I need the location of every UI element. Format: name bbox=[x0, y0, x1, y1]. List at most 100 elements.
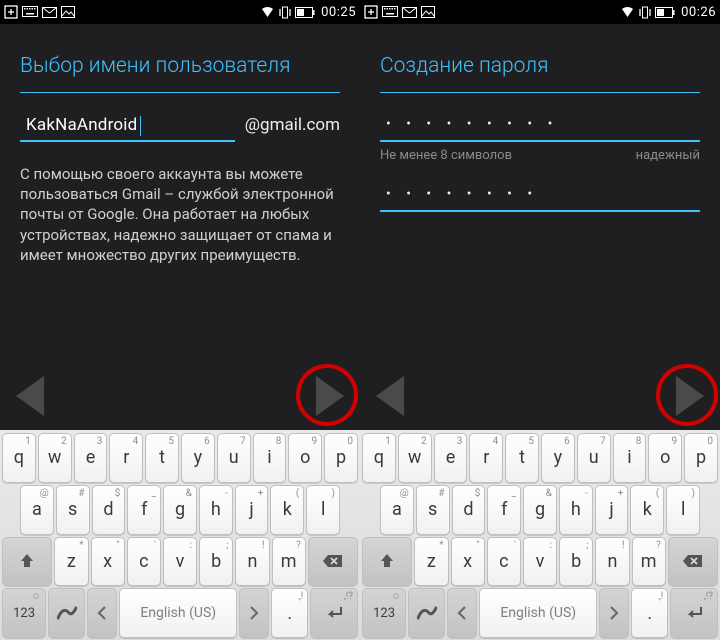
key-y[interactable]: y6 bbox=[181, 433, 215, 483]
clock: 00:25 bbox=[321, 5, 356, 20]
key-n[interactable]: n! bbox=[235, 537, 269, 587]
cursor-right-key[interactable] bbox=[599, 588, 629, 638]
key-m[interactable]: m? bbox=[632, 537, 666, 587]
key-q[interactable]: q1 bbox=[2, 433, 36, 483]
key-w[interactable]: w2 bbox=[38, 433, 72, 483]
image-icon bbox=[421, 6, 435, 18]
username-value: KakNaAndroid bbox=[20, 113, 139, 135]
key-f[interactable]: f_ bbox=[487, 485, 521, 535]
key-x[interactable]: x" bbox=[451, 537, 485, 587]
space-key[interactable]: English (US) bbox=[479, 588, 597, 638]
key-r[interactable]: r4 bbox=[109, 433, 143, 483]
key-a[interactable]: a@ bbox=[380, 485, 414, 535]
password-confirm-value: • • • • • • • • bbox=[380, 184, 540, 206]
key-l[interactable]: l) bbox=[666, 485, 700, 535]
key-p[interactable]: p0 bbox=[684, 433, 718, 483]
key-u[interactable]: u7 bbox=[217, 433, 251, 483]
key-f[interactable]: f_ bbox=[127, 485, 161, 535]
backspace-key[interactable] bbox=[668, 537, 718, 587]
cursor-right-key[interactable] bbox=[239, 588, 269, 638]
swiftkey-icon[interactable] bbox=[408, 588, 445, 638]
plus-icon bbox=[364, 5, 378, 19]
key-z[interactable]: z* bbox=[54, 537, 88, 587]
password-hint: Не менее 8 символов bbox=[380, 148, 512, 163]
vibrate-icon bbox=[279, 6, 291, 19]
key-k[interactable]: k( bbox=[270, 485, 304, 535]
key-h[interactable]: h- bbox=[559, 485, 593, 535]
next-button[interactable] bbox=[676, 376, 704, 416]
key-j[interactable]: j+ bbox=[595, 485, 629, 535]
battery-icon bbox=[295, 7, 315, 18]
numeric-key[interactable]: 123☺ bbox=[362, 588, 406, 638]
cursor-left-key[interactable] bbox=[87, 588, 117, 638]
key-u[interactable]: u7 bbox=[577, 433, 611, 483]
password-input[interactable]: • • • • • • • • • bbox=[380, 113, 700, 142]
key-n[interactable]: n! bbox=[595, 537, 629, 587]
key-g[interactable]: g& bbox=[163, 485, 197, 535]
key-m[interactable]: m? bbox=[272, 537, 306, 587]
text-cursor bbox=[140, 116, 141, 136]
key-c[interactable]: c' bbox=[487, 537, 521, 587]
key-k[interactable]: k( bbox=[630, 485, 664, 535]
enter-key[interactable]: ,!? bbox=[670, 588, 718, 638]
content-area: Выбор имени пользователя KakNaAndroid @g… bbox=[0, 24, 360, 430]
keyboard-icon bbox=[382, 6, 398, 18]
password-value: • • • • • • • • • bbox=[380, 114, 560, 136]
key-x[interactable]: x" bbox=[91, 537, 125, 587]
status-bar: 00:26 bbox=[360, 0, 720, 24]
image-icon bbox=[61, 6, 75, 18]
numeric-key[interactable]: 123☺ bbox=[2, 588, 46, 638]
keyboard: q1w2e3r4t5y6u7i8o9p0 a@s#d$f_g&h-j+k(l) z*… bbox=[0, 430, 360, 640]
back-button[interactable] bbox=[376, 376, 404, 416]
period-key[interactable]: .,! bbox=[631, 588, 668, 638]
period-key[interactable]: .,! bbox=[271, 588, 308, 638]
space-key[interactable]: English (US) bbox=[119, 588, 237, 638]
key-s[interactable]: s# bbox=[416, 485, 450, 535]
cursor-left-key[interactable] bbox=[447, 588, 477, 638]
key-a[interactable]: a@ bbox=[20, 485, 54, 535]
page-title: Выбор имени пользователя bbox=[20, 42, 340, 92]
key-o[interactable]: o9 bbox=[648, 433, 682, 483]
content-area: Создание пароля • • • • • • • • • Не мен… bbox=[360, 24, 720, 430]
key-e[interactable]: e3 bbox=[434, 433, 468, 483]
key-d[interactable]: d$ bbox=[92, 485, 126, 535]
key-c[interactable]: c' bbox=[127, 537, 161, 587]
key-t[interactable]: t5 bbox=[505, 433, 539, 483]
enter-key[interactable]: ,!? bbox=[310, 588, 358, 638]
key-b[interactable]: b; bbox=[559, 537, 593, 587]
key-p[interactable]: p0 bbox=[324, 433, 358, 483]
shift-key[interactable] bbox=[362, 537, 412, 587]
key-s[interactable]: s# bbox=[56, 485, 90, 535]
key-q[interactable]: q1 bbox=[362, 433, 396, 483]
key-t[interactable]: t5 bbox=[145, 433, 179, 483]
mail-icon bbox=[402, 7, 417, 18]
key-h[interactable]: h- bbox=[199, 485, 233, 535]
password-confirm-input[interactable]: • • • • • • • • bbox=[380, 183, 700, 212]
backspace-key[interactable] bbox=[308, 537, 358, 587]
screen-password: 00:26 Создание пароля • • • • • • • • • … bbox=[360, 0, 720, 640]
key-z[interactable]: z* bbox=[414, 537, 448, 587]
nav-bar bbox=[360, 366, 720, 426]
key-g[interactable]: g& bbox=[523, 485, 557, 535]
shift-key[interactable] bbox=[2, 537, 52, 587]
key-w[interactable]: w2 bbox=[398, 433, 432, 483]
key-r[interactable]: r4 bbox=[469, 433, 503, 483]
key-e[interactable]: e3 bbox=[74, 433, 108, 483]
plus-icon bbox=[4, 5, 18, 19]
key-v[interactable]: v: bbox=[163, 537, 197, 587]
key-j[interactable]: j+ bbox=[235, 485, 269, 535]
next-button[interactable] bbox=[316, 376, 344, 416]
swiftkey-icon[interactable] bbox=[48, 588, 85, 638]
key-v[interactable]: v: bbox=[523, 537, 557, 587]
key-o[interactable]: o9 bbox=[288, 433, 322, 483]
key-i[interactable]: i8 bbox=[253, 433, 287, 483]
key-y[interactable]: y6 bbox=[541, 433, 575, 483]
username-input[interactable]: KakNaAndroid bbox=[20, 113, 235, 142]
key-l[interactable]: l) bbox=[306, 485, 340, 535]
key-b[interactable]: b; bbox=[199, 537, 233, 587]
key-i[interactable]: i8 bbox=[613, 433, 647, 483]
mail-icon bbox=[42, 7, 57, 18]
keyboard: q1w2e3r4t5y6u7i8o9p0 a@s#d$f_g&h-j+k(l) z*… bbox=[360, 430, 720, 640]
key-d[interactable]: d$ bbox=[452, 485, 486, 535]
back-button[interactable] bbox=[16, 376, 44, 416]
